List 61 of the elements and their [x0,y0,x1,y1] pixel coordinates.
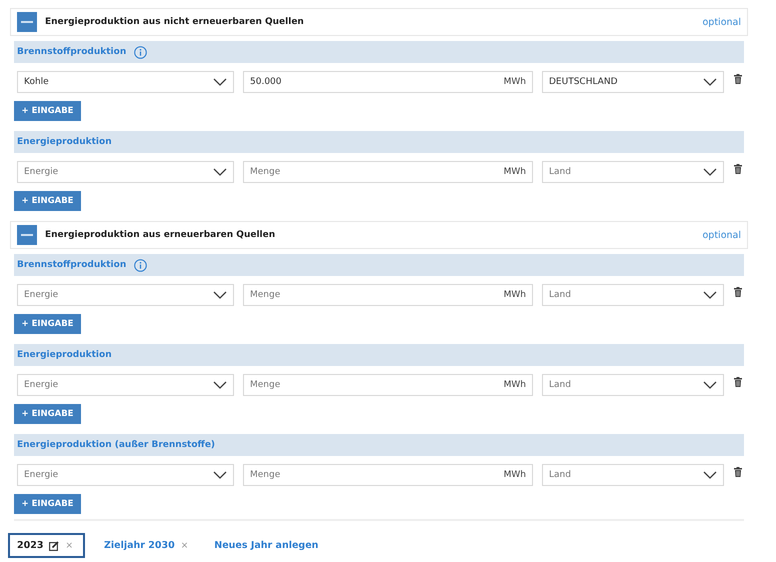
add-entry-button[interactable]: + EINGABE [14,314,81,334]
chevron-down-icon [703,78,717,86]
chevron-down-icon [213,78,227,86]
chevron-down-icon [703,381,717,389]
country-select[interactable]: Land [542,374,724,396]
energy-select[interactable]: Kohle [17,71,234,93]
info-icon[interactable] [134,46,148,58]
country-select[interactable]: Land [542,284,724,306]
collapse-button[interactable] [17,12,37,32]
unit-label: MWh [504,167,526,177]
close-tab-button[interactable]: × [65,540,73,550]
add-entry-button[interactable]: + EINGABE [14,404,81,424]
year-tab[interactable]: 2023 × [8,533,85,558]
optional-label: optional [702,16,741,28]
amount-field[interactable]: Menge MWh [243,161,533,183]
chevron-down-icon [703,471,717,479]
info-icon[interactable] [134,258,148,272]
energy-select[interactable]: Energie [17,464,234,486]
year-tab[interactable]: Zieljahr 2030 × [95,533,200,558]
country-select[interactable]: DEUTSCHLAND [542,71,724,93]
section-title: Energieproduktion aus nicht erneuerbaren Quellen [45,17,305,27]
trash-icon[interactable] [734,377,742,387]
unit-label: MWh [504,290,526,300]
trash-icon[interactable] [734,74,742,84]
subsection-title: Brennstoffproduktion [17,260,126,270]
energy-select[interactable]: Energie [17,161,234,183]
country-select[interactable]: Land [542,161,724,183]
add-entry-button[interactable]: + EINGABE [14,101,81,121]
amount-field[interactable]: Menge MWh [243,374,533,396]
unit-label: MWh [504,470,526,480]
tab-label: Zieljahr 2030 [104,540,175,551]
subsection-title: Energieproduktion [17,137,112,147]
trash-icon[interactable] [734,164,742,174]
add-entry-button[interactable]: + EINGABE [14,494,81,514]
amount-field[interactable]: Menge MWh [243,284,533,306]
tab-label: 2023 [17,540,44,551]
section-title: Energieproduktion aus erneuerbaren Quellen [45,230,276,240]
collapse-button[interactable] [17,225,37,245]
chevron-down-icon [213,168,227,176]
energy-select[interactable]: Energie [17,284,234,306]
subsection-title: Brennstoffproduktion [17,47,126,57]
chevron-down-icon [703,168,717,176]
chevron-down-icon [213,381,227,389]
trash-icon[interactable] [734,467,742,477]
chevron-down-icon [213,291,227,299]
edit-icon[interactable] [49,540,60,550]
subsection-title: Energieproduktion (außer Brennstoffe) [17,440,216,450]
amount-field[interactable]: Menge MWh [243,464,533,486]
trash-icon[interactable] [734,287,742,297]
chevron-down-icon [703,291,717,299]
energy-select[interactable]: Energie [17,374,234,396]
close-tab-button[interactable]: × [180,540,188,550]
new-year-link[interactable]: Neues Jahr anlegen [214,540,318,551]
country-select[interactable]: Land [542,464,724,486]
optional-label: optional [702,230,741,240]
add-entry-button[interactable]: + EINGABE [14,191,81,211]
subsection-title: Energieproduktion [17,350,112,360]
unit-label: MWh [504,77,526,87]
unit-label: MWh [504,380,526,390]
chevron-down-icon [213,471,227,479]
amount-field[interactable]: 50.000 MWh [243,71,533,93]
